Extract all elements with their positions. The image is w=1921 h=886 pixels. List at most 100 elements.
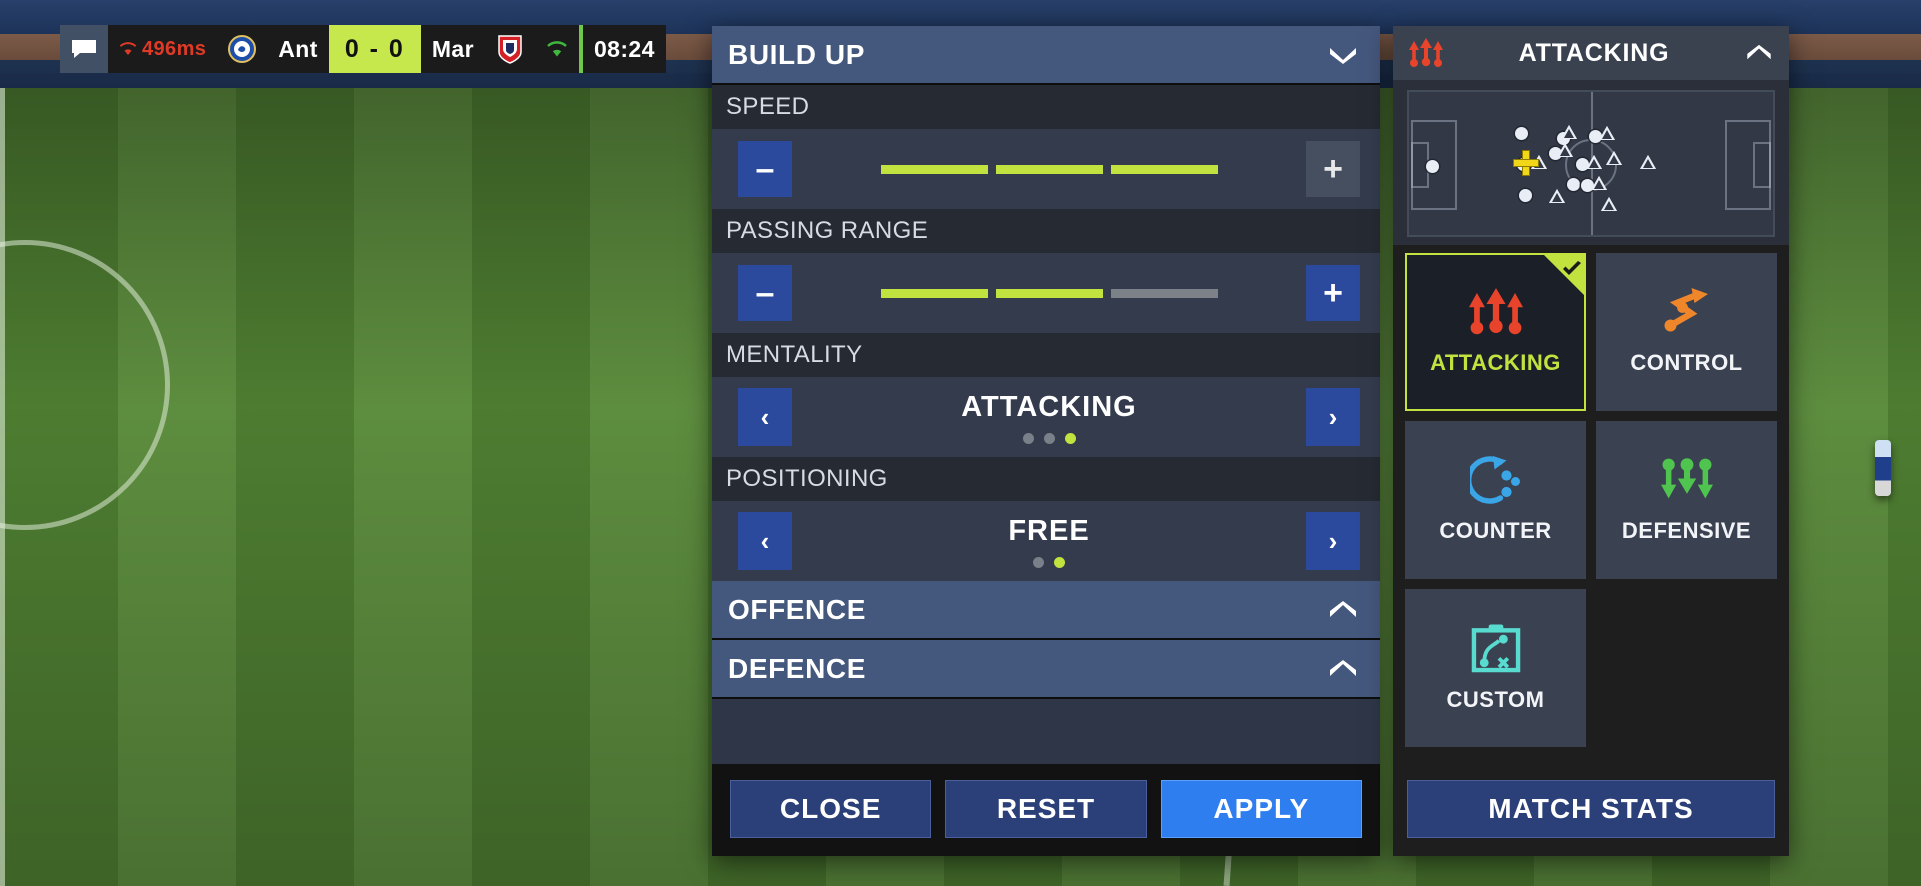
away-crest [484, 25, 535, 73]
positioning-value: FREE [1008, 514, 1090, 547]
positioning-value-wrap: FREE [792, 515, 1306, 568]
dot [1022, 432, 1034, 444]
wifi-icon [547, 40, 567, 56]
preset-tile-defensive[interactable]: DEFENSIVE [1596, 421, 1777, 579]
dot [1033, 556, 1044, 568]
preset-tile-custom[interactable]: CUSTOM [1405, 589, 1586, 747]
preset-tile-control[interactable]: CONTROL [1596, 253, 1777, 411]
home-crest [217, 25, 268, 73]
minimap-opponent-marker [1640, 155, 1656, 169]
match-clock: 08:24 [582, 25, 666, 73]
preset-label: COUNTER [1439, 518, 1552, 543]
match-scoreboard: 496ms Ant 0 - 0 Mar 08:24 [60, 25, 666, 73]
connection-indicator [534, 25, 579, 73]
chat-bubble-icon [72, 40, 96, 58]
preset-grid: ATTACKING CONTROL COUNTER DEFENSIVE CUST… [1393, 245, 1789, 766]
attacking-arrows-icon [1409, 38, 1443, 67]
chevron-down-icon [1330, 47, 1356, 64]
check-icon [1563, 261, 1581, 275]
selected-corner [1544, 255, 1584, 295]
match-stats-button[interactable]: MATCH STATS [1407, 780, 1775, 838]
section-header-build-up[interactable]: BUILD UP [712, 26, 1380, 85]
segment [880, 164, 988, 174]
reset-button[interactable]: RESET [945, 780, 1147, 838]
apply-button[interactable]: APPLY [1160, 780, 1362, 838]
mentality-dots [792, 432, 1306, 444]
choice-label-positioning: POSITIONING [712, 457, 1380, 501]
formation-minimap[interactable] [1407, 90, 1775, 237]
segment [880, 288, 988, 298]
preset-panel-header[interactable]: ATTACKING [1393, 26, 1789, 80]
match-stats-wrap: MATCH STATS [1393, 766, 1789, 856]
speed-increment-button[interactable]: + [1306, 141, 1360, 197]
positioning-dots [792, 556, 1306, 568]
segment [995, 164, 1103, 174]
section-header-offence[interactable]: OFFENCE [712, 581, 1380, 640]
minimap-six-yard-right [1753, 142, 1771, 188]
mentality-value: ATTACKING [961, 390, 1137, 423]
dot [1054, 556, 1065, 568]
minimap-player-dot [1519, 189, 1532, 202]
segment [1110, 288, 1218, 298]
build-up-title: BUILD UP [728, 38, 866, 70]
minimap-opponent-marker [1591, 176, 1607, 190]
player-sprite [1875, 440, 1891, 496]
choice-row-positioning: ‹ FREE › [712, 501, 1380, 581]
passing-range-segment-bar[interactable] [792, 288, 1306, 298]
crosshair-cursor-icon[interactable] [1513, 150, 1539, 176]
preset-label: DEFENSIVE [1621, 518, 1752, 543]
minimap-opponent-marker [1586, 155, 1602, 169]
minimap-opponent-marker [1599, 126, 1615, 140]
chevron-up-icon [1330, 600, 1356, 617]
wifi-icon [119, 42, 137, 55]
close-button[interactable]: CLOSE [730, 780, 932, 838]
preset-label: CONTROL [1630, 350, 1743, 375]
away-team-name: Mar [420, 25, 485, 73]
mentality-next-button[interactable]: › [1306, 388, 1360, 446]
minimap-player-dot [1426, 160, 1439, 173]
chelsea-crest-icon [228, 35, 257, 63]
formation-minimap-wrap [1393, 80, 1789, 245]
dot [1043, 432, 1055, 444]
slider-label-passing-range: PASSING RANGE [712, 209, 1380, 253]
chat-button[interactable] [60, 25, 108, 73]
panel-footer: CLOSE RESET APPLY [712, 764, 1380, 856]
minimap-player-dot [1515, 127, 1528, 140]
minimap-player-dot [1567, 178, 1580, 191]
preset-tile-counter[interactable]: COUNTER [1405, 421, 1586, 579]
preset-panel: ATTACKING ATTACKING CONTROL COUNTER DEFE… [1393, 26, 1789, 856]
chevron-up-icon [1330, 659, 1356, 676]
section-header-defence[interactable]: DEFENCE [712, 640, 1380, 699]
preset-label: ATTACKING [1430, 350, 1561, 375]
slider-row-passing-range: – + [712, 253, 1380, 333]
choice-label-mentality: MENTALITY [712, 333, 1380, 377]
slider-label-speed: SPEED [712, 85, 1380, 129]
ping-value: 496ms [142, 37, 207, 60]
build-up-body: SPEED – + PASSING RANGE – + MENTALITY ‹ [712, 85, 1380, 764]
mentality-prev-button[interactable]: ‹ [738, 388, 792, 446]
positioning-prev-button[interactable]: ‹ [738, 512, 792, 570]
defensive-arrows-icon [1660, 458, 1713, 499]
preset-panel-title: ATTACKING [1518, 38, 1670, 67]
speed-segment-bar[interactable] [792, 164, 1306, 174]
counter-arc-icon [1469, 456, 1520, 504]
clipboard-tactics-icon [1471, 624, 1520, 673]
slider-row-speed: – + [712, 129, 1380, 209]
minimap-opponent-marker [1549, 189, 1565, 203]
tactics-panel: BUILD UP SPEED – + PASSING RANGE – + MEN… [712, 26, 1380, 856]
choice-row-mentality: ‹ ATTACKING › [712, 377, 1380, 457]
defence-title: DEFENCE [728, 652, 866, 684]
minimap-opponent-marker [1561, 125, 1577, 139]
mentality-value-wrap: ATTACKING [792, 391, 1306, 444]
attacking-arrows-icon [1468, 288, 1523, 335]
speed-decrement-button[interactable]: – [738, 141, 792, 197]
passing-range-decrement-button[interactable]: – [738, 265, 792, 321]
preset-label: CUSTOM [1446, 687, 1545, 712]
home-team-name: Ant [267, 25, 329, 73]
chevron-up-icon [1747, 44, 1771, 60]
minimap-opponent-marker [1606, 151, 1622, 165]
positioning-next-button[interactable]: › [1306, 512, 1360, 570]
minimap-opponent-marker [1557, 143, 1573, 157]
preset-tile-attacking[interactable]: ATTACKING [1405, 253, 1586, 411]
passing-range-increment-button[interactable]: + [1306, 265, 1360, 321]
